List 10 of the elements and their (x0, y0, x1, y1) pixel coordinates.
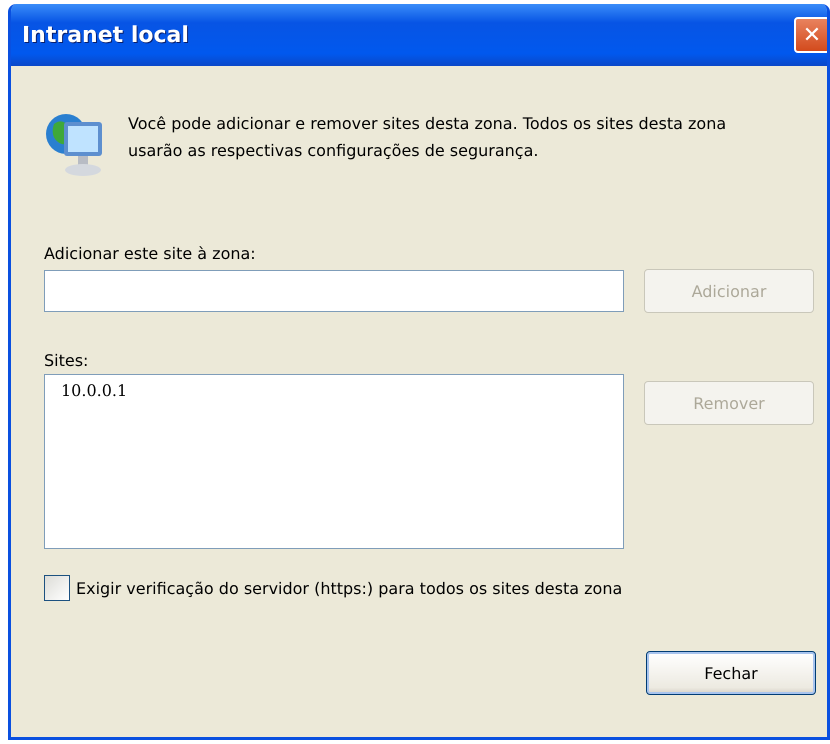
sites-list[interactable]: 10.0.0.1 (44, 374, 624, 549)
description-text: Você pode adicionar e remover sites desta zona. Todos os sites desta zona usarão as respectivas configurações de segurança. (128, 113, 728, 162)
window-title: Intranet local (22, 22, 189, 48)
checkbox[interactable] (44, 575, 70, 601)
sites-label: Sites: (44, 351, 88, 370)
field-label: Adicionar este site à zona: (44, 244, 256, 263)
site-input-field[interactable] (44, 270, 624, 312)
close-dialog-button[interactable]: Fechar (646, 651, 816, 695)
site-item[interactable]: 10.0.0.1 (61, 381, 607, 400)
checkbox-label: Exigir verificação do servidor (https:) para todos os sites desta zona (76, 578, 622, 598)
